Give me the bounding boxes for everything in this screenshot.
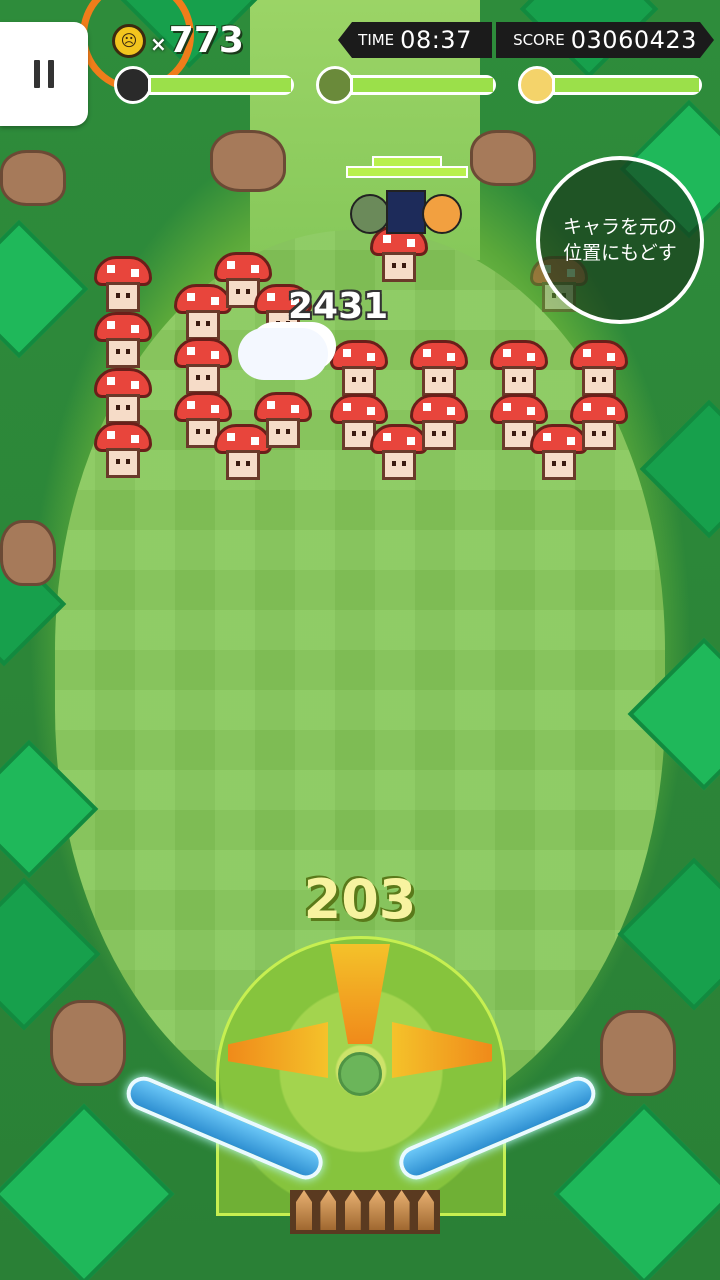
hp-bar-character-1 xyxy=(114,66,294,104)
mushroom-enemy xyxy=(94,422,152,482)
hp-bar-character-2 xyxy=(316,66,496,104)
rock xyxy=(470,130,536,186)
return-characters-button[interactable]: キャラを元の 位置にもどす xyxy=(536,156,704,324)
rock xyxy=(600,1010,676,1096)
tree xyxy=(0,1103,175,1280)
tree xyxy=(639,399,720,539)
time-label: TIME xyxy=(358,31,395,49)
launcher-hub xyxy=(338,1052,382,1096)
hp-fill xyxy=(151,78,291,92)
coin-counter: ☹ × 773 xyxy=(112,20,244,61)
mushroom-enemy xyxy=(410,394,468,454)
mushroom-enemy xyxy=(410,340,468,400)
time-display: TIME 08:37 xyxy=(338,22,492,58)
mushroom-enemy xyxy=(94,312,152,372)
rock xyxy=(0,150,66,206)
score-value: 03060423 xyxy=(570,26,697,54)
mushroom-enemy xyxy=(94,368,152,428)
hp-bar-character-3 xyxy=(518,66,704,104)
rock xyxy=(50,1000,126,1086)
character-portrait-icon xyxy=(316,66,354,104)
combo-counter: 203 xyxy=(303,868,417,931)
mushroom-enemy xyxy=(254,392,312,452)
hit-cloud-effect xyxy=(238,328,328,380)
mushroom-enemy xyxy=(570,394,628,454)
mushroom-enemy xyxy=(94,256,152,316)
pause-button[interactable] xyxy=(0,22,88,126)
coin-count: 773 xyxy=(168,20,244,61)
mushroom-enemy xyxy=(330,340,388,400)
score-label: SCORE xyxy=(513,31,565,49)
tree xyxy=(0,219,89,359)
rock xyxy=(0,520,56,586)
return-button-label-line2: 位置にもどす xyxy=(563,242,677,264)
boss-hp-bars xyxy=(346,156,468,180)
score-display: SCORE 03060423 xyxy=(496,22,714,58)
rock xyxy=(210,130,286,192)
hp-fill xyxy=(353,78,493,92)
time-value: 08:37 xyxy=(400,26,472,54)
return-button-label-line1: キャラを元の xyxy=(562,216,677,238)
mushroom-enemy xyxy=(370,226,428,286)
mushroom-enemy xyxy=(490,340,548,400)
coin-multiplier: × xyxy=(150,31,167,56)
hp-fill xyxy=(555,78,699,92)
pause-icon xyxy=(34,60,40,88)
mushroom-enemy xyxy=(174,338,232,398)
spike-gate xyxy=(290,1190,440,1234)
tree xyxy=(553,1103,720,1280)
character-portrait-icon xyxy=(518,66,556,104)
angry-coin-icon: ☹ xyxy=(112,23,146,58)
pause-icon-bar xyxy=(48,60,54,88)
damage-number: 2431 xyxy=(288,286,389,327)
hero-party xyxy=(350,190,462,234)
mushroom-enemy xyxy=(570,340,628,400)
character-portrait-icon xyxy=(114,66,152,104)
